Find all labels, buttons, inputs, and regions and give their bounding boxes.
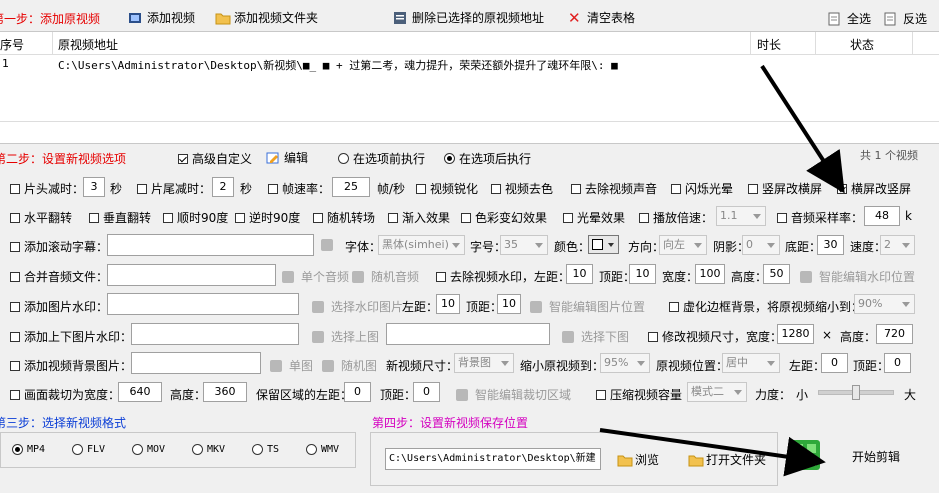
- annotation-arrows: [599, 64, 845, 477]
